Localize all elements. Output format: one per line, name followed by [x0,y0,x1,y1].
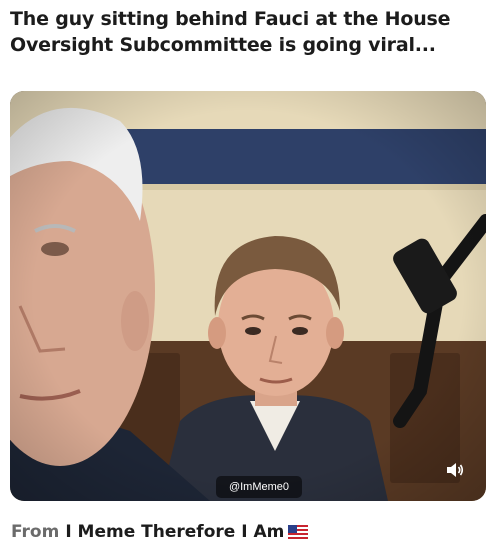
video-frame [10,91,486,501]
watermark-label: @ImMeme0 [216,476,302,498]
us-flag-icon [288,522,309,546]
speaker-icon[interactable] [446,462,474,486]
from-label: From [11,522,60,542]
video-player[interactable]: @ImMeme0 [10,91,486,501]
source-line: From I Meme Therefore I Am [11,520,309,546]
source-name-link[interactable]: I Meme Therefore I Am [65,522,284,542]
post-caption: The guy sitting behind Fauci at the Hous… [10,8,451,56]
